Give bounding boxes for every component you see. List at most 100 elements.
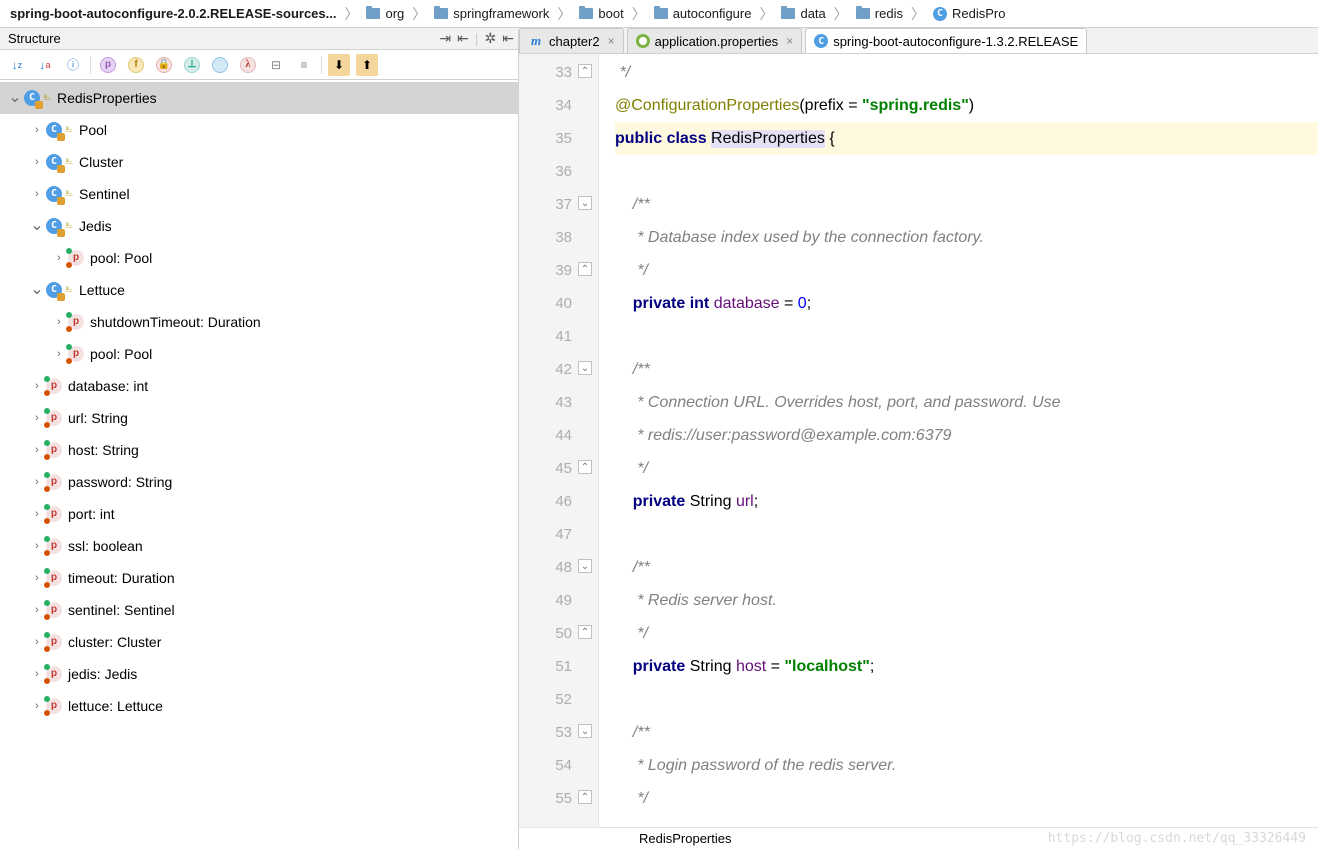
chevron-right-icon[interactable]: › [28, 402, 46, 434]
code-line[interactable]: @ConfigurationProperties(prefix = "sprin… [615, 89, 1318, 122]
breadcrumb-item[interactable]: autoconfigure [648, 6, 758, 21]
fold-open-icon[interactable]: ⌄ [578, 361, 592, 375]
tree-node[interactable]: ›phost: String [0, 434, 518, 466]
editor-tab[interactable]: Cspring-boot-autoconfigure-1.3.2.RELEASE [805, 28, 1087, 53]
line-number[interactable]: 34 [519, 89, 572, 122]
chevron-right-icon[interactable]: › [28, 114, 46, 146]
editor-tab[interactable]: application.properties× [627, 28, 803, 53]
code-line[interactable]: /** [615, 551, 1318, 584]
sort-icon[interactable]: ↓z [6, 54, 28, 76]
line-number[interactable]: 44 [519, 419, 572, 452]
chevron-right-icon[interactable]: › [28, 690, 46, 722]
editor-tab[interactable]: mchapter2× [519, 28, 624, 53]
tree-node[interactable]: ›plettuce: Lettuce [0, 690, 518, 722]
line-number[interactable]: 46 [519, 485, 572, 518]
tree-node[interactable]: ›pjedis: Jedis [0, 658, 518, 690]
filter-anon-icon[interactable] [209, 54, 231, 76]
fold-close-icon[interactable]: ⌃ [578, 64, 592, 78]
tree-node[interactable]: ›pssl: boolean [0, 530, 518, 562]
tree-node[interactable]: ›purl: String [0, 402, 518, 434]
chevron-down-icon[interactable]: ⌄ [6, 82, 24, 114]
code-line[interactable]: private String host = "localhost"; [615, 650, 1318, 683]
chevron-right-icon[interactable]: › [28, 626, 46, 658]
breadcrumb-item[interactable]: spring-boot-autoconfigure-2.0.2.RELEASE-… [4, 6, 342, 21]
breadcrumb-item[interactable]: boot [573, 6, 629, 21]
visibility-icon[interactable]: ⓘ [62, 54, 84, 76]
tree-node[interactable]: ›ppassword: String [0, 466, 518, 498]
breadcrumb-item[interactable]: CRedisPro [927, 6, 1011, 21]
line-number[interactable]: 52 [519, 683, 572, 716]
line-number[interactable]: 43 [519, 386, 572, 419]
chevron-right-icon[interactable]: › [28, 498, 46, 530]
chevron-right-icon[interactable]: › [28, 434, 46, 466]
chevron-right-icon[interactable]: › [28, 466, 46, 498]
close-icon[interactable]: × [786, 34, 793, 48]
filter-toggle-icon[interactable]: ⊟ [265, 54, 287, 76]
fold-close-icon[interactable]: ⌃ [578, 262, 592, 276]
tree-node[interactable]: ⌄C⎁Jedis [0, 210, 518, 242]
line-number[interactable]: 51 [519, 650, 572, 683]
fold-open-icon[interactable]: ⌄ [578, 559, 592, 573]
code-line[interactable]: /** [615, 188, 1318, 221]
line-number[interactable]: 50 [519, 617, 572, 650]
chevron-right-icon[interactable]: › [50, 338, 68, 370]
fold-open-icon[interactable]: ⌄ [578, 196, 592, 210]
tree-node[interactable]: ⌄C⎁RedisProperties [0, 82, 518, 114]
tree-node[interactable]: ›C⎁Pool [0, 114, 518, 146]
chevron-down-icon[interactable]: ⌄ [28, 274, 46, 306]
editor-gutter[interactable]: 3334353637383940414243444546474849505152… [519, 54, 599, 827]
tree-node[interactable]: ›pport: int [0, 498, 518, 530]
chevron-right-icon[interactable]: › [28, 370, 46, 402]
filter-lambda-icon[interactable]: λ [237, 54, 259, 76]
code-line[interactable]: */ [615, 782, 1318, 815]
code-line[interactable]: */ [615, 56, 1318, 89]
line-number[interactable]: 53 [519, 716, 572, 749]
filter-f-icon[interactable]: f [125, 54, 147, 76]
filter-lock-icon[interactable]: 🔒 [153, 54, 175, 76]
chevron-down-icon[interactable]: ⌄ [28, 210, 46, 242]
code-line[interactable]: */ [615, 617, 1318, 650]
code-line[interactable]: /** [615, 353, 1318, 386]
code-line[interactable] [615, 320, 1318, 353]
line-number[interactable]: 48 [519, 551, 572, 584]
tree-node[interactable]: ⌄C⎁Lettuce [0, 274, 518, 306]
sort-alpha-icon[interactable]: ↓a [34, 54, 56, 76]
tree-node[interactable]: ›C⎁Cluster [0, 146, 518, 178]
breadcrumb-item[interactable]: springframework [428, 6, 555, 21]
line-number[interactable]: 38 [519, 221, 572, 254]
code-line[interactable]: * Redis server host. [615, 584, 1318, 617]
code-line[interactable]: public class RedisProperties { [615, 122, 1318, 155]
fold-close-icon[interactable]: ⌃ [578, 460, 592, 474]
line-number[interactable]: 47 [519, 518, 572, 551]
line-number[interactable]: 37 [519, 188, 572, 221]
fold-close-icon[interactable]: ⌃ [578, 790, 592, 804]
hide-icon[interactable]: ⇤ [502, 30, 514, 47]
chevron-right-icon[interactable]: › [28, 594, 46, 626]
structure-tree[interactable]: ⌄C⎁RedisProperties›C⎁Pool›C⎁Cluster›C⎁Se… [0, 80, 518, 849]
line-number[interactable]: 54 [519, 749, 572, 782]
code-line[interactable]: * Database index used by the connection … [615, 221, 1318, 254]
line-number[interactable]: 41 [519, 320, 572, 353]
code-line[interactable] [615, 683, 1318, 716]
code-line[interactable] [615, 518, 1318, 551]
breadcrumb-item[interactable]: data [775, 6, 831, 21]
code-line[interactable]: */ [615, 452, 1318, 485]
fold-close-icon[interactable]: ⌃ [578, 625, 592, 639]
code-line[interactable] [615, 155, 1318, 188]
expand-icon[interactable]: ⇤ [457, 30, 469, 47]
fold-column[interactable]: ⌃⌄⌃⌄⌃⌄⌃⌄⌃ [574, 54, 598, 827]
tree-node[interactable]: ›pcluster: Cluster [0, 626, 518, 658]
line-number[interactable]: 33 [519, 56, 572, 89]
chevron-right-icon[interactable]: › [50, 242, 68, 274]
editor-code[interactable]: */@ConfigurationProperties(prefix = "spr… [599, 54, 1318, 827]
line-number[interactable]: 49 [519, 584, 572, 617]
code-line[interactable]: * Connection URL. Overrides host, port, … [615, 386, 1318, 419]
line-number[interactable]: 35 [519, 122, 572, 155]
tree-node[interactable]: ›pshutdownTimeout: Duration [0, 306, 518, 338]
chevron-right-icon[interactable]: › [28, 178, 46, 210]
close-icon[interactable]: × [608, 34, 615, 48]
code-line[interactable]: private int database = 0; [615, 287, 1318, 320]
code-line[interactable]: * Login password of the redis server. [615, 749, 1318, 782]
line-number[interactable]: 42 [519, 353, 572, 386]
filter-inherit-icon[interactable]: ⊥ [181, 54, 203, 76]
